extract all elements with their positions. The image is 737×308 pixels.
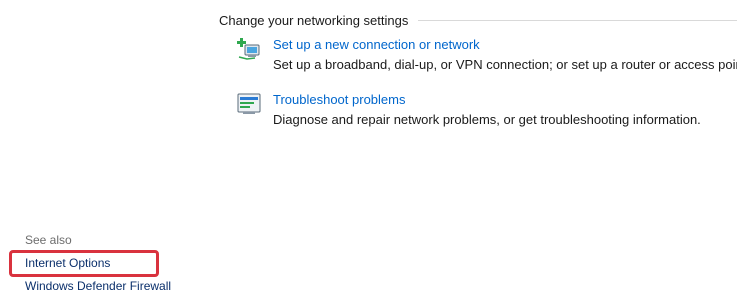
section-header: Change your networking settings — [219, 11, 737, 29]
windows-defender-firewall-link[interactable]: Windows Defender Firewall — [25, 279, 171, 293]
troubleshoot-icon — [237, 92, 261, 116]
internet-options-link[interactable]: Internet Options — [25, 256, 110, 270]
see-also-heading: See also — [25, 233, 72, 247]
task-troubleshoot: Troubleshoot problems Diagnose and repai… — [237, 92, 727, 132]
section-divider — [418, 19, 737, 21]
troubleshoot-link[interactable]: Troubleshoot problems — [273, 92, 405, 107]
new-connection-link[interactable]: Set up a new connection or network — [273, 37, 480, 52]
task-new-connection: Set up a new connection or network Set u… — [237, 37, 737, 77]
troubleshoot-description: Diagnose and repair network problems, or… — [273, 112, 701, 127]
network-settings-pane: Change your networking settings Set up a… — [0, 0, 737, 308]
new-connection-icon — [237, 37, 261, 61]
section-title: Change your networking settings — [219, 12, 409, 28]
new-connection-description: Set up a broadband, dial-up, or VPN conn… — [273, 57, 737, 72]
